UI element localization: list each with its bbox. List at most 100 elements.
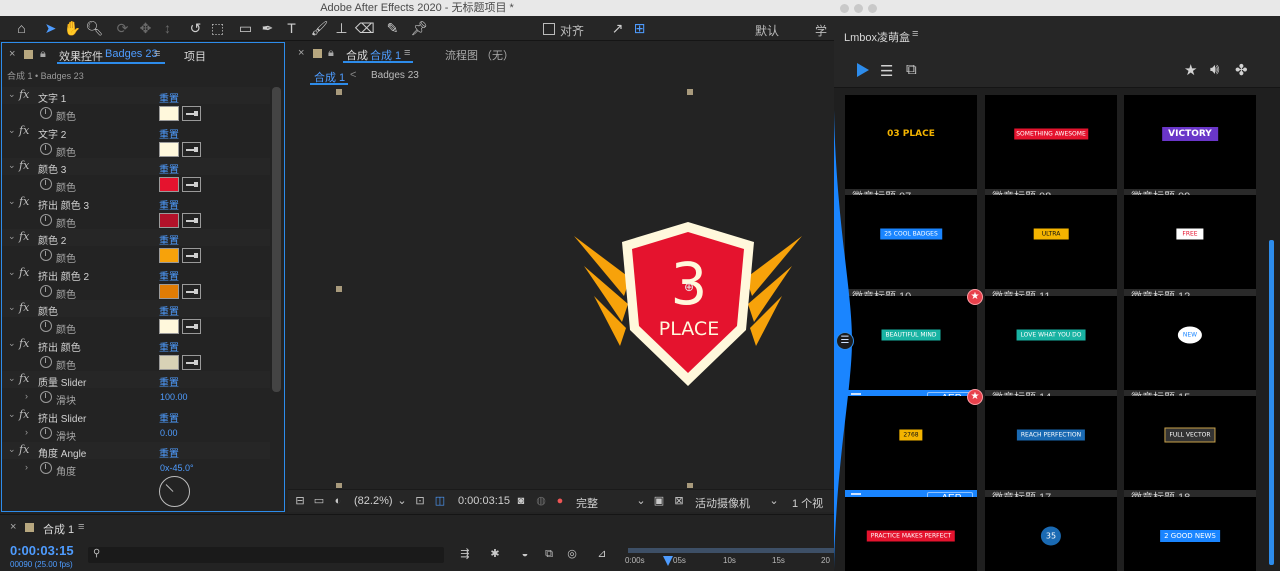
template-card[interactable]: 03 PLACE徽章标题 07 [845, 95, 977, 206]
effect-row[interactable]: ⌄ fx 挤出 颜色 重置 [2, 336, 270, 354]
color-swatch[interactable] [159, 141, 179, 157]
transform-handle[interactable] [336, 483, 342, 488]
stopwatch-icon[interactable] [40, 355, 52, 368]
chevron-down-icon[interactable]: ⌄ [767, 494, 781, 508]
work-area-bar[interactable] [628, 548, 834, 553]
snap-grid-icon[interactable]: ⊞ [630, 19, 649, 38]
pen-tool-icon[interactable]: ✒ [258, 19, 277, 38]
lmbox-scrollbar[interactable] [1269, 240, 1274, 565]
reset-link[interactable]: 重置 [159, 232, 179, 247]
stopwatch-icon[interactable] [40, 213, 52, 226]
transform-handle[interactable] [687, 483, 693, 488]
monitor-icon[interactable]: ▭ [312, 494, 326, 508]
color-swatch[interactable] [159, 248, 179, 263]
stopwatch-icon[interactable] [40, 462, 52, 474]
window-zoom-button[interactable] [868, 4, 877, 13]
chevron-down-icon[interactable]: ⌄ [8, 196, 16, 207]
eyedropper-icon[interactable] [182, 106, 201, 121]
region-icon[interactable]: ◫ [433, 494, 447, 508]
pan-camera-icon[interactable]: ✥ [136, 19, 155, 38]
grid-icon[interactable]: ⊟ [293, 494, 307, 508]
template-card[interactable]: PRACTICE MAKES PERFECT [845, 497, 977, 571]
chevron-down-icon[interactable]: ⌄ [634, 494, 648, 508]
chevron-down-icon[interactable]: ⌄ [8, 160, 16, 171]
reset-link[interactable]: 重置 [159, 339, 179, 354]
fx-icon[interactable]: fx [19, 408, 29, 421]
align-list-icon[interactable]: ☰ [880, 62, 893, 80]
stopwatch-icon[interactable] [40, 178, 52, 190]
tab-effect-layer[interactable]: Badges 23 [105, 48, 158, 60]
fx-icon[interactable]: fx [19, 230, 29, 243]
reset-link[interactable]: 重置 [159, 126, 179, 141]
playhead-icon[interactable] [663, 556, 673, 566]
shy-layers-icon[interactable]: ◒ [518, 547, 532, 561]
motion-blur-icon[interactable]: ◎ [565, 547, 579, 561]
chevron-down-icon[interactable]: ⌄ [8, 267, 16, 278]
timeline-ruler[interactable]: 0:00s 05s 10s 15s 20 [625, 548, 834, 571]
property-value[interactable]: 0x-45.0° [160, 463, 194, 473]
clone-stamp-tool-icon[interactable]: ⊥ [332, 19, 351, 38]
dolly-camera-icon[interactable]: ↕ [158, 19, 177, 38]
fx-icon[interactable]: fx [19, 266, 29, 279]
template-card[interactable]: 2 GOOD NEWS [1124, 497, 1256, 571]
panel-menu-icon[interactable]: ≡ [154, 48, 160, 60]
workspace-default[interactable]: 默认 [755, 22, 779, 39]
chevron-down-icon[interactable]: ⌄ [395, 494, 409, 508]
chevron-down-icon[interactable]: ⌄ [8, 444, 16, 455]
eyedropper-icon[interactable] [182, 354, 201, 370]
mask-icon[interactable]: ◐ [331, 494, 345, 508]
drawer-list-icon[interactable]: ☰ [836, 332, 854, 350]
show-snapshot-icon[interactable]: ◍ [534, 494, 548, 508]
window-close-button[interactable] [840, 4, 849, 13]
stopwatch-icon[interactable] [40, 426, 52, 439]
color-swatch[interactable] [159, 177, 179, 192]
anchor-point-icon[interactable]: ⊕ [684, 280, 694, 294]
puppet-tool-icon[interactable]: 📌︎ [410, 19, 429, 38]
color-swatch[interactable] [159, 106, 179, 121]
chevron-down-icon[interactable]: ⌄ [8, 302, 16, 313]
effect-row[interactable]: ⌄ fx 挤出 颜色 2 重置 [2, 265, 270, 283]
effect-controls-scrollbar[interactable] [272, 87, 281, 392]
lock-icon[interactable]: 🔒︎ [328, 47, 334, 60]
panel-menu-icon[interactable]: ≡ [404, 47, 410, 59]
apps-icon[interactable]: ✤ [1235, 61, 1248, 79]
chevron-down-icon[interactable]: ⌄ [8, 89, 16, 100]
composition-mini-flowchart-icon[interactable]: ⇶ [458, 547, 472, 561]
chevron-right-icon[interactable]: › [25, 427, 28, 437]
orbit-camera-icon[interactable]: ⟳ [113, 19, 132, 38]
fx-icon[interactable]: fx [19, 443, 29, 456]
eyedropper-icon[interactable] [182, 319, 201, 334]
effect-row[interactable]: ⌄ fx 颜色 2 重置 [2, 229, 270, 247]
template-card[interactable]: FULL VECTOR徽章标题 18 [1124, 396, 1256, 507]
effect-row[interactable]: ⌄ fx 文字 1 重置 [2, 87, 270, 105]
template-card[interactable]: 2768.AEP★ [845, 389, 983, 507]
chevron-down-icon[interactable]: ⌄ [8, 338, 16, 349]
tab-timeline-comp[interactable]: 合成 1 [43, 521, 74, 537]
star-icon[interactable]: ★ [1184, 61, 1197, 79]
fx-icon[interactable]: fx [19, 159, 29, 172]
brush-tool-icon[interactable]: 🖌︎ [310, 19, 329, 38]
fx-icon[interactable]: fx [19, 88, 29, 101]
graph-editor-icon[interactable]: ⊿ [595, 547, 609, 561]
camera-select[interactable]: 活动摄像机 [695, 495, 750, 511]
zoom-select[interactable]: (82.2%) [354, 495, 393, 507]
eyedropper-icon[interactable] [182, 248, 201, 263]
current-time[interactable]: 0:00:03:15 [10, 543, 74, 558]
template-card[interactable]: BEAUTIFUL MIND.AEP★ [845, 289, 983, 407]
home-icon[interactable]: ⌂ [12, 19, 31, 38]
effect-row[interactable]: ⌄ fx 质量 Slider 重置 [2, 371, 270, 389]
template-card[interactable]: LOVE WHAT YOU DO徽章标题 14 [985, 296, 1117, 407]
breadcrumb-layer[interactable]: Badges 23 [371, 70, 419, 81]
chevron-down-icon[interactable]: ⌄ [8, 231, 16, 242]
reset-link[interactable]: 重置 [159, 445, 179, 460]
fx-icon[interactable]: fx [19, 124, 29, 137]
panel-menu-icon[interactable]: ≡ [912, 28, 918, 40]
reset-link[interactable]: 重置 [159, 410, 179, 425]
fit-icon[interactable]: ⊡ [413, 494, 427, 508]
stopwatch-icon[interactable] [40, 142, 52, 155]
color-swatch[interactable] [159, 283, 179, 299]
hand-tool-icon[interactable]: ✋ [63, 19, 82, 38]
eyedropper-icon[interactable] [182, 283, 201, 299]
property-value[interactable]: 100.00 [160, 392, 188, 402]
eraser-tool-icon[interactable]: ⌫ [355, 19, 375, 38]
